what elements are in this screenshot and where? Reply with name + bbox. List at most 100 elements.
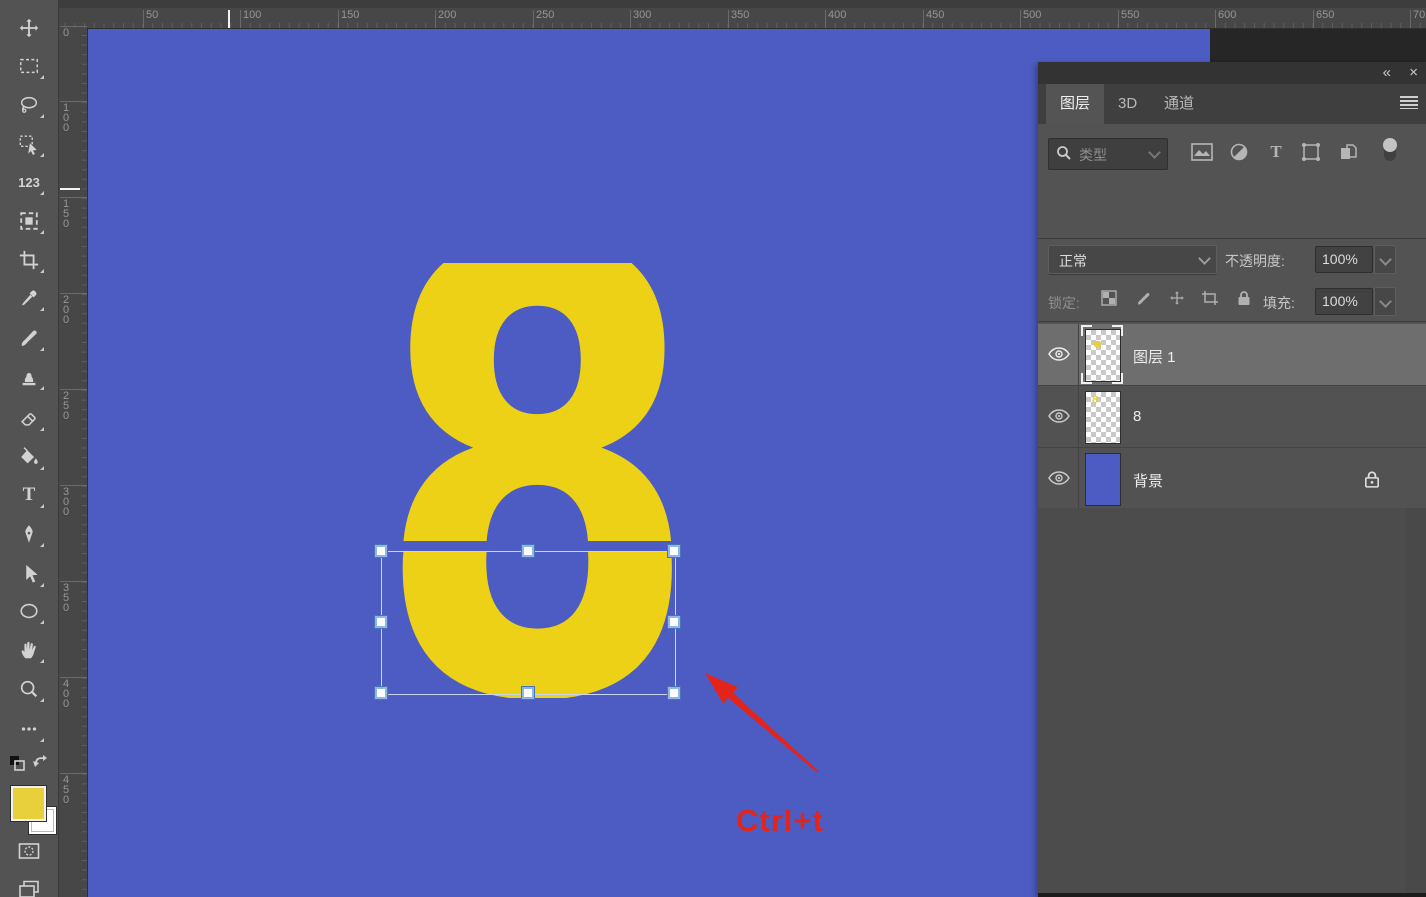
layer-row-background[interactable]: 背景	[1038, 448, 1426, 510]
horizontal-ruler[interactable]: 5010015020025030035040045050055060065070	[58, 8, 1426, 29]
frame-tool[interactable]	[17, 209, 41, 233]
brush-tool[interactable]	[17, 326, 41, 350]
tab-layers[interactable]: 图层	[1046, 84, 1104, 124]
layers-panel: « × 图层 3D 通道 类型 T	[1038, 62, 1426, 897]
lasso-tool[interactable]	[17, 93, 41, 117]
search-icon	[1056, 145, 1072, 161]
zoom-tool[interactable]	[17, 677, 41, 701]
ruler-number: 100	[63, 103, 73, 133]
blend-mode-value: 正常	[1059, 251, 1087, 271]
filter-toggle-switch[interactable]	[1378, 138, 1402, 162]
tools-toolbar: 123 T	[0, 0, 59, 897]
layer-thumbnail[interactable]	[1085, 453, 1121, 506]
layer-name[interactable]: 图层 1	[1133, 346, 1176, 367]
ellipse-shape-tool[interactable]	[17, 599, 41, 623]
layer-filter-search[interactable]: 类型	[1048, 138, 1168, 170]
eyedropper-tool[interactable]	[17, 286, 41, 310]
count-tool[interactable]: 123	[17, 170, 41, 194]
rectangular-marquee-tool[interactable]	[17, 54, 41, 78]
quick-mask-button[interactable]	[17, 839, 41, 863]
tab-channels[interactable]: 通道	[1150, 84, 1208, 124]
close-panel-icon[interactable]: ×	[1409, 64, 1418, 81]
divider	[1038, 321, 1426, 322]
visibility-eye-icon[interactable]	[1048, 470, 1070, 486]
default-and-swap-colors[interactable]	[8, 753, 50, 777]
ruler-number: 600	[1218, 9, 1236, 21]
color-swatches	[0, 783, 58, 841]
panel-bottom-edge	[1038, 893, 1426, 897]
opacity-value[interactable]: 100%	[1315, 246, 1373, 273]
transform-handle[interactable]	[668, 616, 680, 628]
type-tool[interactable]: T	[17, 483, 41, 507]
transform-handle[interactable]	[375, 687, 387, 699]
ruler-number: 100	[243, 9, 261, 21]
filter-type-layers-icon[interactable]: T	[1264, 140, 1288, 164]
blend-mode-select[interactable]: 正常	[1048, 245, 1217, 274]
opacity-dropdown-button[interactable]	[1374, 245, 1396, 274]
panel-menu-icon[interactable]	[1400, 96, 1418, 109]
transform-handle[interactable]	[668, 545, 680, 557]
ruler-number: 550	[1121, 9, 1139, 21]
fill-value[interactable]: 100%	[1315, 288, 1373, 315]
lock-artboard-icon[interactable]	[1200, 288, 1220, 308]
pen-tool[interactable]	[17, 522, 41, 546]
panel-title-bar: « ×	[1038, 62, 1426, 84]
visibility-eye-icon[interactable]	[1048, 408, 1070, 424]
ruler-number: 650	[1316, 9, 1334, 21]
ruler-cursor-marker	[228, 10, 230, 28]
chevron-down-icon	[1198, 252, 1211, 265]
ruler-number: 300	[63, 487, 73, 517]
ruler-number: 200	[63, 295, 73, 325]
transform-handle[interactable]	[522, 687, 534, 699]
transform-handle[interactable]	[375, 545, 387, 557]
ruler-number: 350	[731, 9, 749, 21]
filter-pixel-layers-icon[interactable]	[1190, 140, 1214, 164]
transform-handle[interactable]	[522, 545, 534, 557]
crop-tool[interactable]	[17, 248, 41, 272]
eraser-tool[interactable]	[17, 406, 41, 430]
lock-position-icon[interactable]	[1167, 288, 1187, 308]
panel-tabs: 图层 3D 通道	[1038, 84, 1426, 124]
lock-transparent-pixels-icon[interactable]	[1099, 288, 1119, 308]
tab-3d[interactable]: 3D	[1104, 84, 1151, 124]
fill-dropdown-button[interactable]	[1374, 287, 1396, 316]
move-tool[interactable]	[17, 16, 41, 40]
filter-shape-layers-icon[interactable]	[1299, 140, 1323, 164]
layer-thumbnail[interactable]: 8	[1085, 391, 1121, 444]
layer-name[interactable]: 背景	[1133, 470, 1163, 491]
ruler-number: 300	[633, 9, 651, 21]
panel-scrollbar-gutter[interactable]	[1406, 508, 1426, 893]
selected-thumbnail-brackets	[1081, 325, 1123, 384]
ruler-number: 500	[1023, 9, 1041, 21]
edit-toolbar-button[interactable]	[17, 717, 41, 741]
paint-bucket-tool[interactable]	[17, 445, 41, 469]
layer-row-1[interactable]: 图层 1	[1038, 324, 1426, 386]
filter-smart-objects-icon[interactable]	[1337, 140, 1361, 164]
free-transform-box[interactable]	[381, 551, 676, 695]
filter-adjustment-layers-icon[interactable]	[1227, 140, 1251, 164]
ruler-number: 400	[63, 679, 73, 709]
visibility-eye-icon[interactable]	[1048, 346, 1070, 362]
foreground-color-swatch[interactable]	[11, 786, 46, 821]
transform-handle[interactable]	[375, 616, 387, 628]
chevron-down-icon[interactable]	[1148, 146, 1161, 159]
opacity-label: 不透明度:	[1225, 251, 1285, 271]
photoshop-window: 8 8 Ctrl+t 50100150200250300350400450500…	[0, 0, 1426, 897]
lock-label: 锁定:	[1048, 293, 1080, 313]
layer-row-2[interactable]: 8 8	[1038, 386, 1426, 448]
hand-tool[interactable]	[17, 638, 41, 662]
transform-handle[interactable]	[668, 687, 680, 699]
ruler-number: 0	[63, 28, 73, 38]
layer-name[interactable]: 8	[1133, 408, 1141, 425]
shortcut-annotation: Ctrl+t	[736, 803, 824, 839]
lock-image-pixels-icon[interactable]	[1134, 288, 1154, 308]
vertical-ruler[interactable]: 0100150200250300350400450	[58, 28, 88, 897]
path-selection-tool[interactable]	[17, 562, 41, 586]
lock-all-icon[interactable]	[1234, 288, 1254, 308]
screen-mode-button[interactable]	[17, 877, 41, 897]
collapse-panel-icon[interactable]: «	[1383, 64, 1390, 81]
ruler-number: 450	[926, 9, 944, 21]
clone-stamp-tool[interactable]	[17, 365, 41, 389]
layer-list-empty-area	[1038, 508, 1426, 893]
object-selection-tool[interactable]	[17, 132, 41, 156]
